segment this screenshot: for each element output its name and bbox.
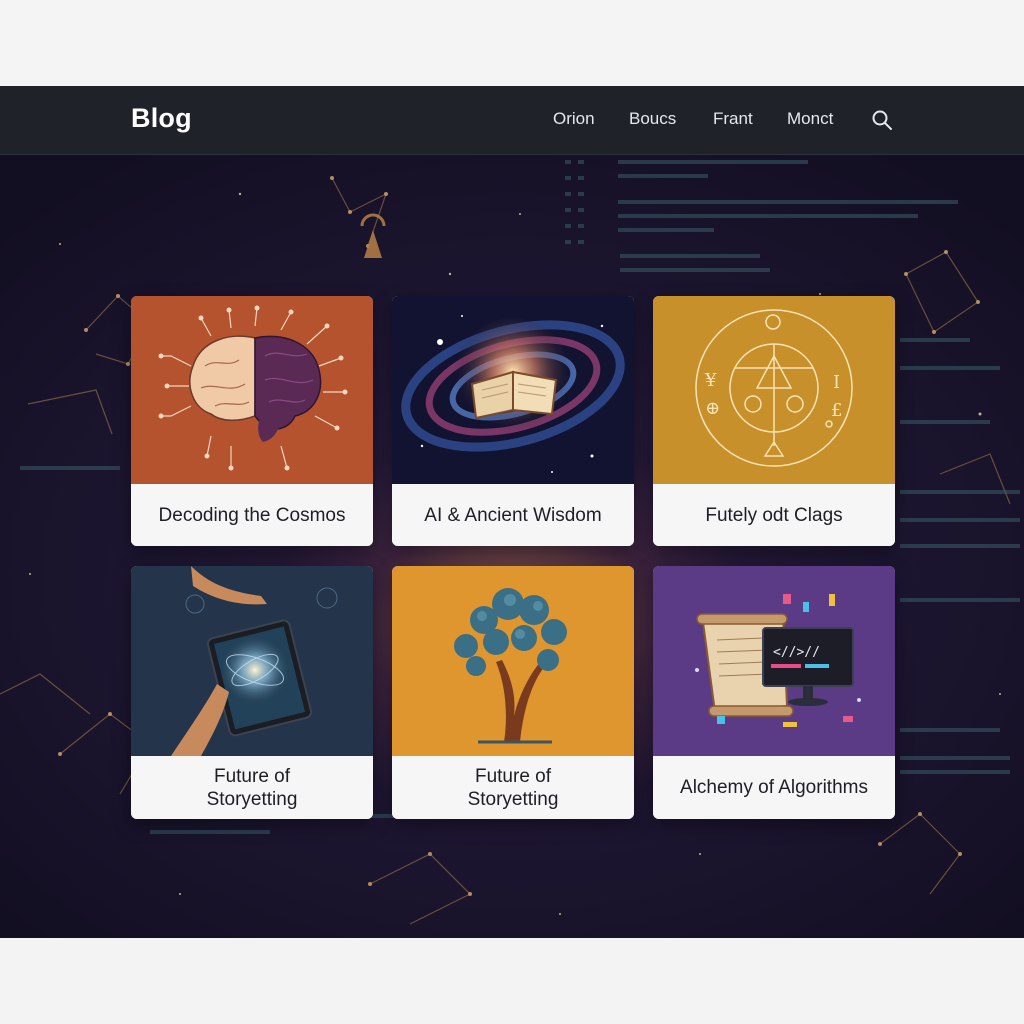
search-icon[interactable]: [871, 109, 893, 131]
card-title: Futely odt Clags: [653, 484, 895, 546]
card-title: AI & Ancient Wisdom: [392, 484, 634, 546]
nav-link-boucs[interactable]: Boucs: [629, 109, 676, 129]
svg-text:£: £: [831, 400, 842, 421]
alchemy-symbol-icon: ¥ ⊕ I £: [653, 296, 895, 484]
post-card-decoding-the-cosmos[interactable]: Decoding the Cosmos: [131, 296, 373, 546]
blog-app: Blog Orion Boucs Frant Monct Decoding th…: [0, 86, 1024, 938]
scroll-code-icon: <//>//: [653, 566, 895, 756]
svg-text:⊕: ⊕: [705, 398, 720, 419]
top-margin: [0, 0, 1024, 86]
constellation-background: [0, 160, 1020, 925]
svg-text:¥: ¥: [704, 370, 717, 391]
card-title: Future of Storyetting: [392, 756, 634, 819]
hero-background: [0, 154, 1024, 938]
brand-logo[interactable]: Blog: [131, 103, 192, 134]
tablet-hands-icon: [131, 566, 373, 756]
bottom-margin: [0, 938, 1024, 1024]
lock-icon: [360, 213, 386, 258]
card-title: Future of Storyetting: [131, 756, 373, 819]
post-card-future-of-storyetting[interactable]: Future of Storyetting: [131, 566, 373, 819]
nav-link-monct[interactable]: Monct: [787, 109, 833, 129]
post-card-futely-odt-clags[interactable]: ¥ ⊕ I £ Futely odt Clags: [653, 296, 895, 546]
card-title: Decoding the Cosmos: [131, 484, 373, 546]
brain-circuit-icon: [131, 296, 373, 484]
card-title: Alchemy of Algorithms: [653, 756, 895, 819]
nav-link-frant[interactable]: Frant: [713, 109, 753, 129]
post-card-future-of-storyetting-2[interactable]: Future of Storyetting: [392, 566, 634, 819]
svg-text:I: I: [833, 372, 840, 393]
svg-text:<//>//: <//>//: [773, 645, 820, 660]
galaxy-book-icon: [392, 296, 634, 484]
post-card-ai-ancient-wisdom[interactable]: AI & Ancient Wisdom: [392, 296, 634, 546]
nav-link-orion[interactable]: Orion: [553, 109, 595, 129]
tree-icon: [392, 566, 634, 756]
navbar: Blog Orion Boucs Frant Monct: [0, 86, 1024, 155]
post-card-alchemy-of-algorithms[interactable]: <//>// Alchemy of Algorithms: [653, 566, 895, 819]
